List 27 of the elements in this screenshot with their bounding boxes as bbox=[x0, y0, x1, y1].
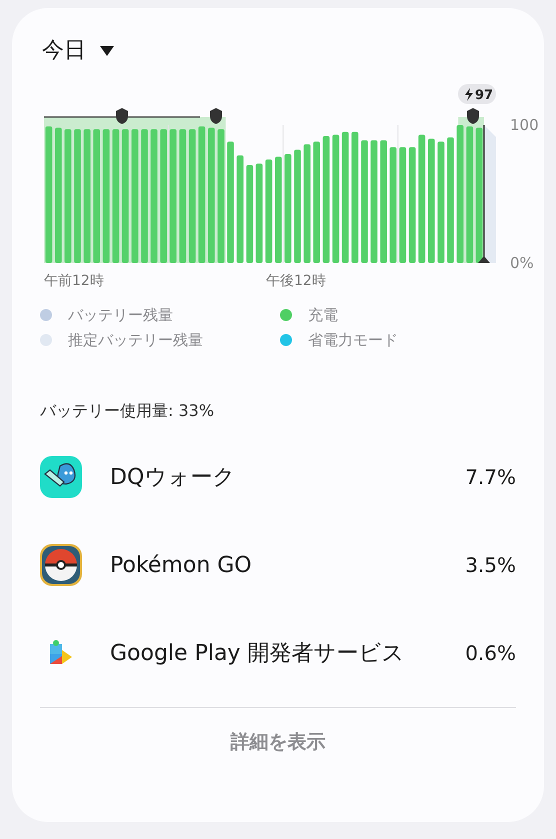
charge-badge bbox=[458, 84, 496, 104]
legend-label: バッテリー残量 bbox=[68, 305, 173, 326]
app-row[interactable]: Pokémon GO 3.5% bbox=[40, 521, 516, 609]
shield-icon bbox=[467, 108, 479, 124]
time-label: 午後12時 bbox=[266, 273, 326, 289]
y-axis-label: 100 bbox=[510, 116, 539, 134]
lightning-icon bbox=[465, 88, 473, 101]
legend-label: 推定バッテリー残量 bbox=[68, 330, 203, 350]
app-row[interactable]: DQウォーク 7.7% bbox=[40, 433, 516, 521]
period-dropdown[interactable]: 今日 bbox=[40, 34, 116, 67]
app-icon bbox=[40, 544, 82, 586]
app-name: DQウォーク bbox=[110, 464, 236, 492]
time-label: 午前12時 bbox=[44, 273, 104, 289]
usage-title: バッテリー使用量: 33% bbox=[40, 400, 216, 422]
shield-icon bbox=[210, 108, 222, 124]
usage-percent: 0.6% bbox=[465, 640, 516, 667]
usage-percent: 7.7% bbox=[465, 464, 516, 491]
app-icon bbox=[40, 456, 82, 498]
app-name: Google Play 開発者サービス bbox=[110, 640, 404, 668]
legend-label: 充電 bbox=[308, 305, 338, 326]
y-axis-label: 0% bbox=[510, 254, 534, 271]
legend-label: 省電力モード bbox=[308, 330, 398, 350]
app-row[interactable]: Google Play 開発者サービス 0.6% bbox=[40, 609, 516, 697]
usage-percent: 3.5% bbox=[465, 552, 516, 579]
charge-level: 97 bbox=[475, 88, 494, 103]
caret-icon bbox=[100, 46, 114, 56]
app-name: Pokémon GO bbox=[110, 552, 252, 580]
